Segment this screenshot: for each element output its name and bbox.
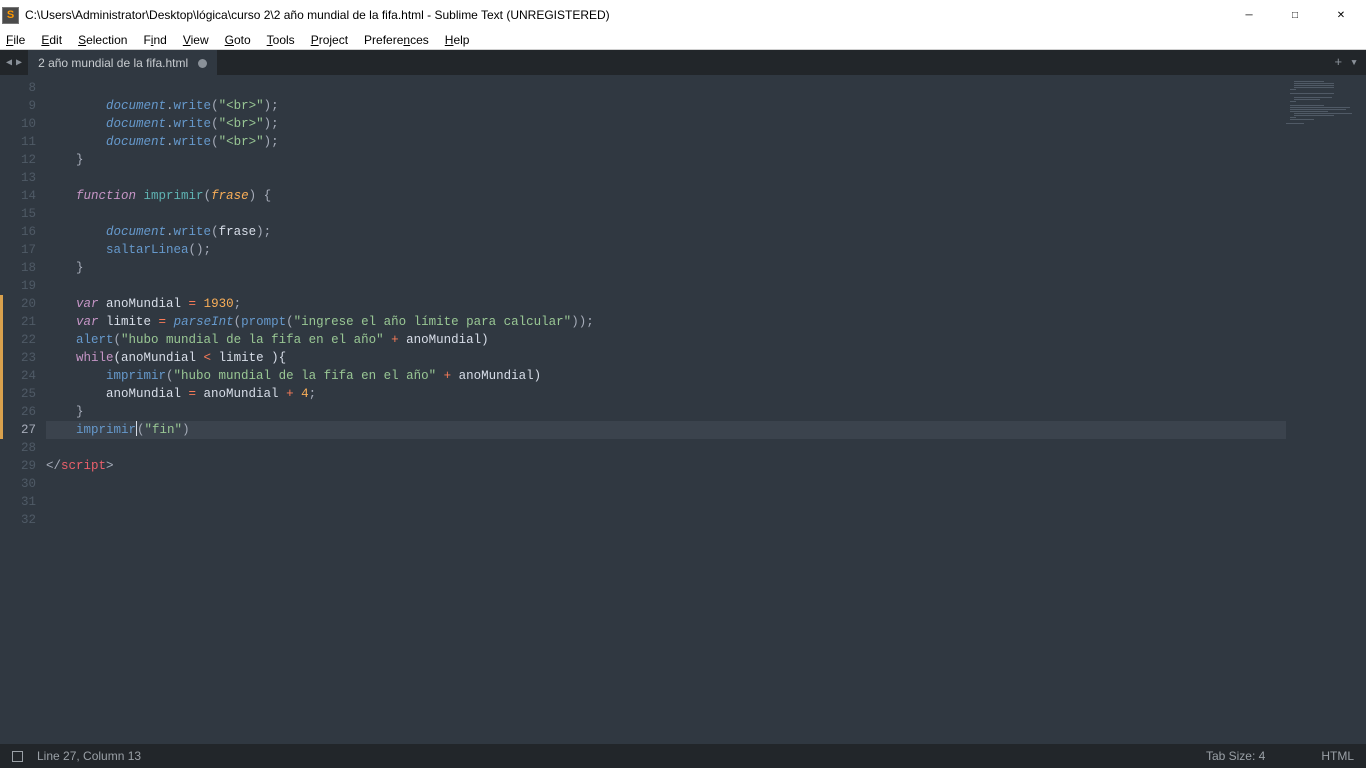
gutter: 8910111213141516171819202122232425262728… — [0, 75, 46, 744]
tab-active[interactable]: 2 año mundial de la fifa.html — [28, 50, 217, 75]
menu-selection[interactable]: Selection — [78, 33, 127, 47]
menu-preferences[interactable]: Preferences — [364, 33, 429, 47]
new-tab-icon[interactable]: + — [1334, 55, 1342, 70]
tab-nav: ◀ ▶ — [0, 50, 28, 75]
tabbar: ◀ ▶ 2 año mundial de la fifa.html + ▾ — [0, 50, 1366, 75]
tab-dropdown-icon[interactable]: ▾ — [1350, 55, 1358, 70]
nav-back-icon[interactable]: ◀ — [6, 57, 12, 69]
menu-file[interactable]: File — [6, 33, 25, 47]
maximize-button[interactable]: □ — [1272, 0, 1318, 30]
app-icon: S — [2, 7, 19, 24]
editor[interactable]: 8910111213141516171819202122232425262728… — [0, 75, 1366, 744]
tab-label: 2 año mundial de la fifa.html — [38, 56, 188, 70]
minimap[interactable] — [1286, 75, 1366, 744]
menu-project[interactable]: Project — [311, 33, 348, 47]
minimize-button[interactable]: ─ — [1226, 0, 1272, 30]
menu-find[interactable]: Find — [143, 33, 166, 47]
menu-view[interactable]: View — [183, 33, 209, 47]
menu-tools[interactable]: Tools — [267, 33, 295, 47]
statusbar: Line 27, Column 13 Tab Size: 4 HTML — [0, 744, 1366, 768]
nav-forward-icon[interactable]: ▶ — [16, 57, 22, 69]
status-tabsize[interactable]: Tab Size: 4 — [1206, 749, 1265, 763]
tab-modified-icon[interactable] — [198, 59, 207, 68]
menu-goto[interactable]: Goto — [225, 33, 251, 47]
titlebar: S C:\Users\Administrator\Desktop\lógica\… — [0, 0, 1366, 30]
status-position[interactable]: Line 27, Column 13 — [37, 749, 141, 763]
window-controls: ─ □ ✕ — [1226, 0, 1364, 30]
close-button[interactable]: ✕ — [1318, 0, 1364, 30]
status-language[interactable]: HTML — [1321, 749, 1354, 763]
menubar: File Edit Selection Find View Goto Tools… — [0, 30, 1366, 50]
code-area[interactable]: document.write("<br>"); document.write("… — [46, 75, 1286, 744]
window-title: C:\Users\Administrator\Desktop\lógica\cu… — [25, 8, 1226, 22]
menu-help[interactable]: Help — [445, 33, 470, 47]
status-panel-icon[interactable] — [12, 751, 23, 762]
menu-edit[interactable]: Edit — [41, 33, 62, 47]
